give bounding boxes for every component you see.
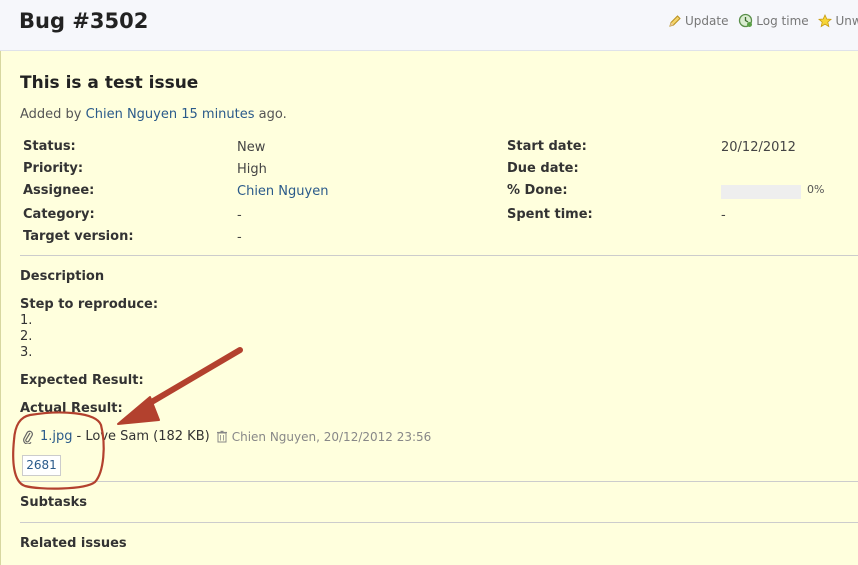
divider — [20, 522, 858, 523]
attachment-thumbnail[interactable]: 2681 — [22, 455, 61, 476]
added-by-prefix: Added by — [20, 107, 82, 122]
divider — [20, 255, 858, 256]
issue-subject: This is a test issue — [20, 73, 199, 93]
issue-author-line: Added by Chien Nguyen 15 minutes ago. — [20, 107, 287, 122]
added-by-suffix: ago. — [258, 107, 287, 122]
divider — [20, 481, 858, 482]
unwatch-link[interactable]: Unwatch — [818, 14, 858, 28]
log-time-link[interactable]: Log time — [738, 13, 809, 28]
due-date-label: Due date: — [507, 161, 579, 176]
issue-actions: Update Log time Unwatch — [668, 13, 858, 31]
paperclip-icon — [23, 430, 33, 444]
issue-panel: This is a test issue Added by Chien Nguy… — [0, 51, 858, 565]
priority-label: Priority: — [23, 161, 84, 176]
update-label: Update — [685, 14, 729, 28]
start-date-label: Start date: — [507, 139, 587, 154]
target-version-value: - — [237, 230, 242, 245]
step-heading: Step to reproduce: — [20, 297, 159, 312]
spent-time-value: - — [721, 208, 726, 223]
category-label: Category: — [23, 207, 95, 222]
spent-time-label: Spent time: — [507, 207, 593, 222]
attachment-meta: Chien Nguyen, 20/12/2012 23:56 — [231, 429, 432, 444]
thumbnail-link[interactable]: 2681 — [26, 458, 57, 472]
start-date-value: 20/12/2012 — [721, 140, 796, 155]
issue-header: Bug #3502 Update Log time Unwatch — [0, 0, 858, 51]
step-3: 3. — [20, 345, 33, 360]
target-version-label: Target version: — [23, 229, 134, 244]
age-link[interactable]: 15 minutes — [181, 107, 254, 122]
description-heading: Description — [20, 269, 105, 284]
step-2: 2. — [20, 329, 33, 344]
assignee-value: Chien Nguyen — [237, 184, 328, 199]
actual-heading: Actual Result: — [20, 401, 123, 416]
expected-heading: Expected Result: — [20, 373, 144, 388]
done-ratio-value: 0% — [807, 183, 825, 196]
status-label: Status: — [23, 139, 76, 154]
star-icon — [818, 14, 833, 28]
subtasks-heading: Subtasks — [20, 495, 88, 510]
assignee-label: Assignee: — [23, 183, 95, 198]
author-link[interactable]: Chien Nguyen — [86, 107, 177, 122]
assignee-link[interactable]: Chien Nguyen — [237, 184, 328, 199]
log-time-label: Log time — [756, 13, 809, 28]
attachment-row: 1.jpg - Love Sam (182 KB) Chien Nguyen, … — [22, 429, 431, 444]
done-progress-bar — [721, 185, 801, 199]
page-title: Bug #3502 — [19, 9, 149, 33]
done-ratio-label: % Done: — [507, 183, 568, 198]
pencil-icon — [669, 15, 681, 27]
update-link[interactable]: Update — [668, 14, 728, 28]
trash-icon[interactable] — [216, 430, 228, 443]
status-value: New — [237, 140, 266, 155]
category-value: - — [237, 208, 242, 223]
step-1: 1. — [20, 313, 33, 328]
attachment-link[interactable]: 1.jpg — [40, 429, 73, 444]
related-issues-heading: Related issues — [20, 536, 127, 551]
unwatch-label: Unwatch — [835, 14, 858, 28]
attachment-description: - Love Sam (182 KB) — [76, 429, 210, 444]
priority-value: High — [237, 162, 267, 177]
clock-icon — [739, 13, 753, 28]
